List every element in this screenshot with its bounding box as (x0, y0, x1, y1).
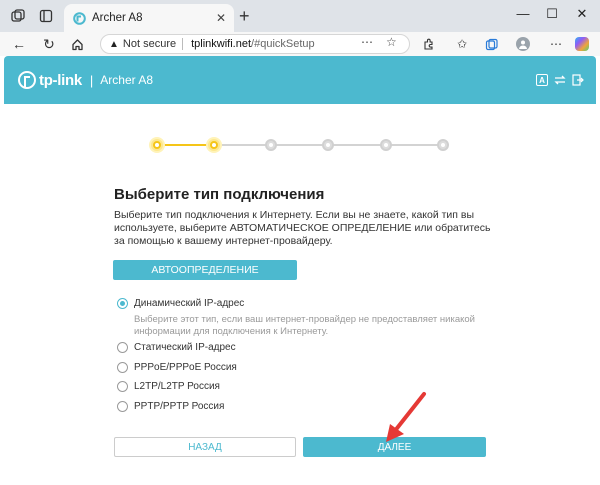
tp-link-logo-icon (18, 71, 36, 89)
back-button[interactable]: НАЗАД (114, 437, 296, 457)
radio-static-ip[interactable] (117, 342, 128, 353)
auto-detect-button[interactable]: АВТООПРЕДЕЛЕНИЕ (113, 260, 297, 280)
radio-pppoe[interactable] (117, 362, 128, 373)
option-static-ip[interactable]: Статический IP-адрес (117, 342, 236, 353)
security-label[interactable]: Not secure (123, 38, 176, 50)
step-1-dot (151, 139, 163, 151)
page-title: Выберите тип подключения (114, 186, 325, 203)
option-label: PPTP/PPTP Россия (134, 401, 225, 412)
extensions-icon[interactable] (421, 37, 435, 51)
workspaces-icon[interactable] (10, 8, 26, 24)
tp-link-favicon-icon (72, 11, 86, 25)
model-name: Archer A8 (100, 73, 153, 87)
tab-actions-icon[interactable] (38, 8, 54, 24)
step-4-dot (322, 139, 334, 151)
option-l2tp[interactable]: L2TP/L2TP Россия (117, 381, 220, 392)
step-2-dot (208, 139, 220, 151)
option-label: PPPoE/PPPoE Россия (134, 362, 237, 373)
step-6-dot (437, 139, 449, 151)
option-label: Статический IP-адрес (134, 342, 236, 353)
favorites-icon[interactable]: ✩ (455, 37, 469, 51)
radio-dynamic-ip[interactable] (117, 298, 128, 309)
title-bar: Archer A8 ✕ + — ☐ ✕ (0, 0, 600, 32)
logout-icon[interactable] (572, 74, 584, 86)
brand-name: tp-link (39, 71, 82, 89)
tab-title: Archer A8 (92, 12, 143, 24)
more-menu-icon[interactable]: ⋯ (549, 37, 563, 51)
page-viewport: tp-link | Archer A8 A Выберите тип подкл… (0, 56, 600, 485)
profile-avatar-icon[interactable] (516, 37, 530, 51)
header-divider: | (89, 72, 94, 88)
option-label: Динамический IP-адрес (134, 298, 245, 309)
favorite-star-icon[interactable]: ☆ (386, 35, 397, 49)
copilot-icon[interactable] (575, 37, 589, 51)
option-pppoe[interactable]: PPPoE/PPPoE Россия (117, 362, 237, 373)
browser-toolbar: ← ↻ ▲ Not secure tplinkwifi.net /#quickS… (0, 32, 600, 56)
page-description: Выберите тип подключения к Интернету. Ес… (114, 209, 491, 247)
tp-link-logo: tp-link | Archer A8 (18, 71, 153, 89)
router-header: tp-link | Archer A8 A (4, 56, 596, 104)
collections-icon[interactable] (484, 37, 498, 51)
address-separator (182, 38, 184, 50)
refresh-icon[interactable]: ↻ (40, 35, 58, 53)
option-pptp[interactable]: PPTP/PPTP Россия (117, 401, 224, 412)
warning-icon[interactable]: ▲ (109, 39, 119, 50)
tab-archer-a8[interactable]: Archer A8 ✕ (64, 4, 234, 32)
home-icon[interactable] (68, 35, 86, 53)
back-arrow-icon[interactable]: ← (10, 35, 28, 53)
swap-icon[interactable] (554, 74, 566, 86)
step-3-dot (265, 139, 277, 151)
maximize-icon[interactable]: ☐ (542, 6, 562, 22)
red-arrow-icon (386, 392, 426, 442)
option-dynamic-ip[interactable]: Динамический IP-адрес (117, 298, 244, 309)
minimize-icon[interactable]: — (513, 6, 533, 21)
step-5-dot (380, 139, 392, 151)
reader-options-icon[interactable]: ⋯ (361, 35, 373, 49)
new-tab-icon[interactable]: + (239, 7, 250, 25)
step-connector-done (157, 144, 213, 146)
window-close-icon[interactable]: ✕ (572, 6, 592, 22)
option-hint: Выберите этот тип, если ваш интернет-про… (134, 314, 475, 337)
radio-l2tp[interactable] (117, 381, 128, 392)
url-path: /#quickSetup (251, 38, 315, 50)
url-host: tplinkwifi.net (191, 38, 252, 50)
radio-pptp[interactable] (117, 401, 128, 412)
language-icon[interactable]: A (536, 74, 548, 86)
tab-close-icon[interactable]: ✕ (216, 11, 226, 25)
option-label: L2TP/L2TP Россия (134, 381, 220, 392)
